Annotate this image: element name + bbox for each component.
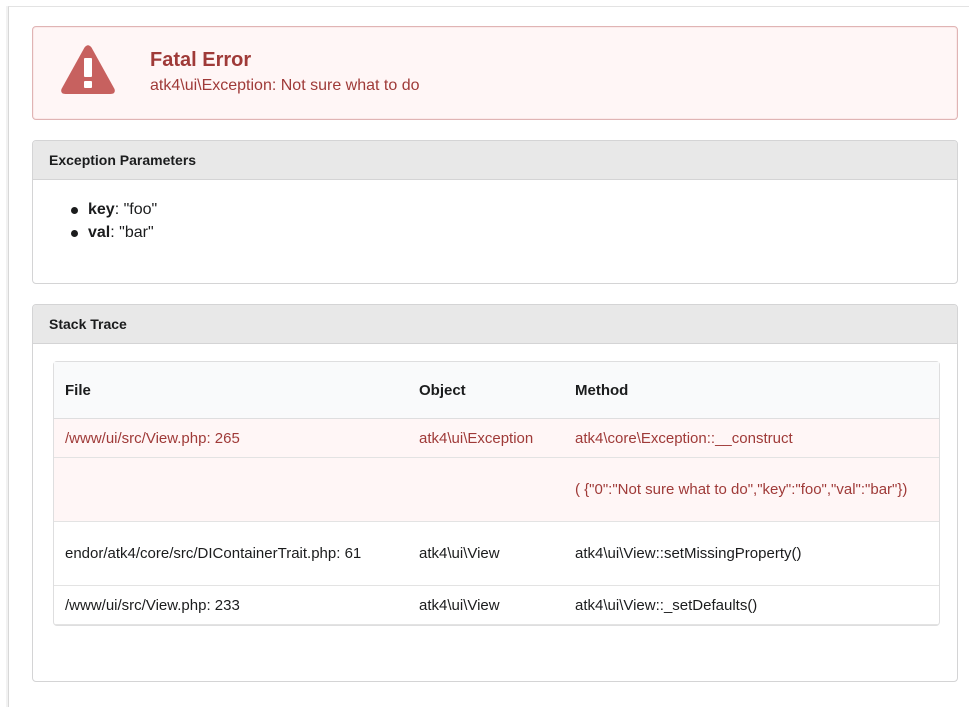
parameter-list: key: "foo" val: "bar" <box>71 198 158 244</box>
trace-file <box>54 458 408 522</box>
exception-parameters-header: Exception Parameters <box>33 141 957 180</box>
warning-triangle-icon <box>61 45 115 94</box>
parameter-key: val <box>88 224 111 241</box>
stack-trace-header: Stack Trace <box>33 305 957 344</box>
trace-method: atk4\ui\View::setMissingProperty() <box>564 522 939 586</box>
stack-trace-table: File Object Method /www/ui/src/View.php:… <box>53 361 940 626</box>
bullet-icon <box>71 230 78 237</box>
column-header-method: Method <box>564 362 939 419</box>
error-message: atk4\ui\Exception: Not sure what to do <box>150 77 420 94</box>
trace-file: /www/ui/src/View.php: 265 <box>54 419 408 458</box>
parameter-value: : "bar" <box>110 224 154 241</box>
table-row: ( {"0":"Not sure what to do","key":"foo"… <box>54 458 939 522</box>
stack-trace-panel: Stack Trace File Object Method /www/ui/s… <box>32 304 958 682</box>
table-row: endor/atk4/core/src/DIContainerTrait.php… <box>54 522 939 586</box>
trace-file: /www/ui/src/View.php: 233 <box>54 586 408 625</box>
trace-method: atk4\ui\View::_setDefaults() <box>564 586 939 625</box>
column-header-file: File <box>54 362 408 419</box>
exception-parameters-panel: Exception Parameters key: "foo" val: "ba… <box>32 140 958 284</box>
trace-object: atk4\ui\View <box>408 522 564 586</box>
trace-object: atk4\ui\Exception <box>408 419 564 458</box>
error-page: Fatal Error atk4\ui\Exception: Not sure … <box>32 26 958 682</box>
parameter-item: key: "foo" <box>71 198 158 221</box>
bullet-icon <box>71 207 78 214</box>
trace-file: endor/atk4/core/src/DIContainerTrait.php… <box>54 522 408 586</box>
column-header-object: Object <box>408 362 564 419</box>
parameter-key: key <box>88 201 115 218</box>
trace-method: atk4\core\Exception::__construct <box>564 419 939 458</box>
table-row: /www/ui/src/View.php: 265 atk4\ui\Except… <box>54 419 939 458</box>
parameter-item: val: "bar" <box>71 221 157 244</box>
error-title: Fatal Error <box>150 49 252 71</box>
trace-object: atk4\ui\View <box>408 586 564 625</box>
table-row: /www/ui/src/View.php: 233 atk4\ui\View a… <box>54 586 939 625</box>
trace-method-args: ( {"0":"Not sure what to do","key":"foo"… <box>564 458 939 522</box>
trace-object <box>408 458 564 522</box>
fatal-error-message: Fatal Error atk4\ui\Exception: Not sure … <box>32 26 958 120</box>
parameter-value: : "foo" <box>114 201 158 218</box>
